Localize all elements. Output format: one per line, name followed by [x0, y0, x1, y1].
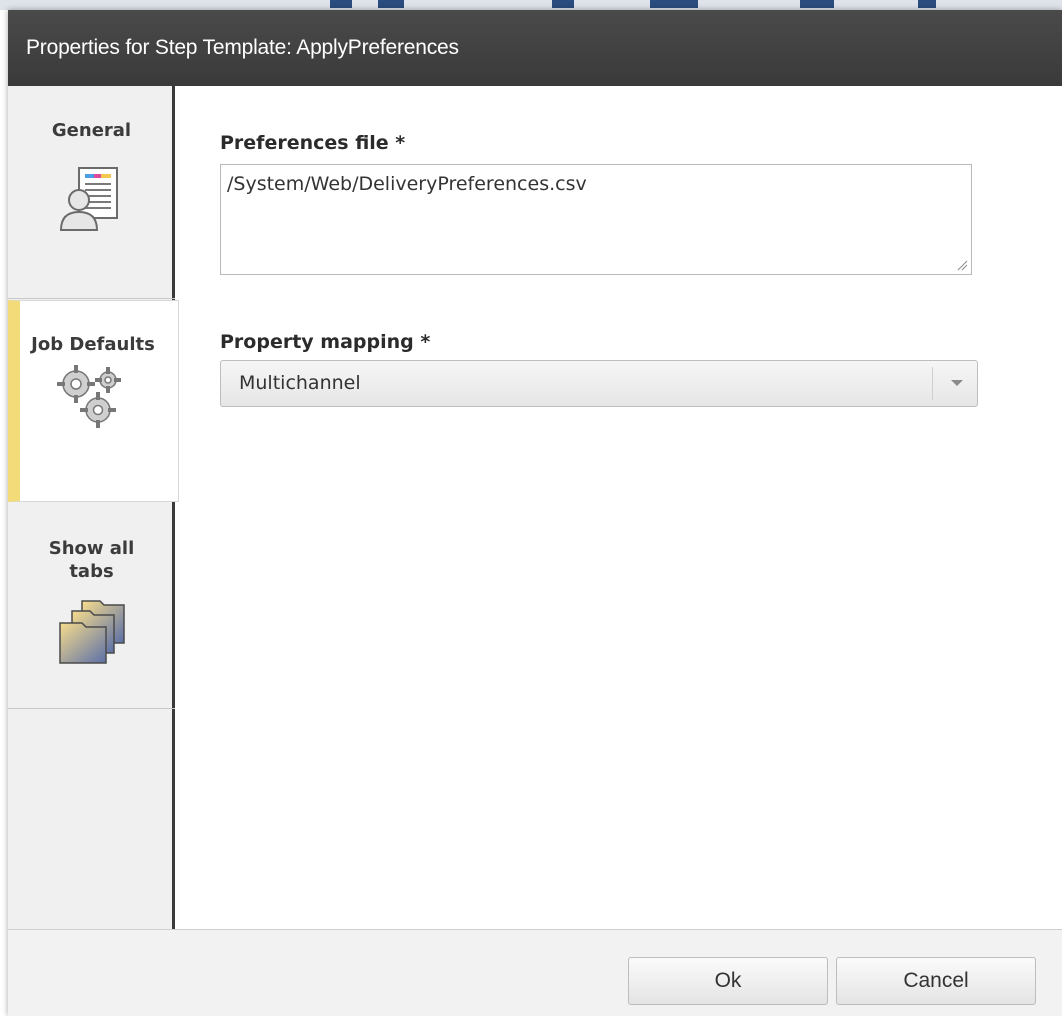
- tab-job-defaults-label: Job Defaults: [31, 334, 155, 355]
- tab-show-all-tabs[interactable]: Show all tabs: [8, 504, 175, 709]
- tab-job-defaults[interactable]: Job Defaults: [8, 300, 179, 502]
- chevron-down-icon[interactable]: [951, 380, 963, 386]
- select-divider: [932, 367, 933, 400]
- gears-icon: [57, 365, 121, 428]
- dialog-title: Properties for Step Template: ApplyPrefe…: [8, 10, 1062, 86]
- tab-show-all-label: Show all tabs: [48, 538, 135, 582]
- background-app-toolbar: [0, 0, 1062, 10]
- properties-dialog: Properties for Step Template: ApplyPrefe…: [8, 10, 1062, 1016]
- ok-button[interactable]: Ok: [628, 957, 828, 1005]
- tab-general[interactable]: General: [8, 86, 175, 299]
- cancel-button[interactable]: Cancel: [836, 957, 1036, 1005]
- property-mapping-label: Property mapping *: [220, 331, 431, 353]
- resize-grip-icon[interactable]: [956, 259, 968, 271]
- property-mapping-select[interactable]: Multichannel: [220, 360, 978, 407]
- folders-icon: [58, 600, 125, 664]
- tab-sidebar: General Job Defaults Show all tabs: [8, 86, 179, 939]
- property-mapping-value: Multichannel: [239, 372, 361, 394]
- preferences-file-label: Preferences file *: [220, 132, 406, 154]
- tab-general-label: General: [51, 120, 132, 141]
- preferences-file-input[interactable]: [220, 164, 972, 275]
- user-document-icon: [59, 167, 118, 231]
- dialog-footer: Ok Cancel: [8, 929, 1062, 1016]
- tab-content-panel: Preferences file * Property mapping * Mu…: [175, 86, 1062, 939]
